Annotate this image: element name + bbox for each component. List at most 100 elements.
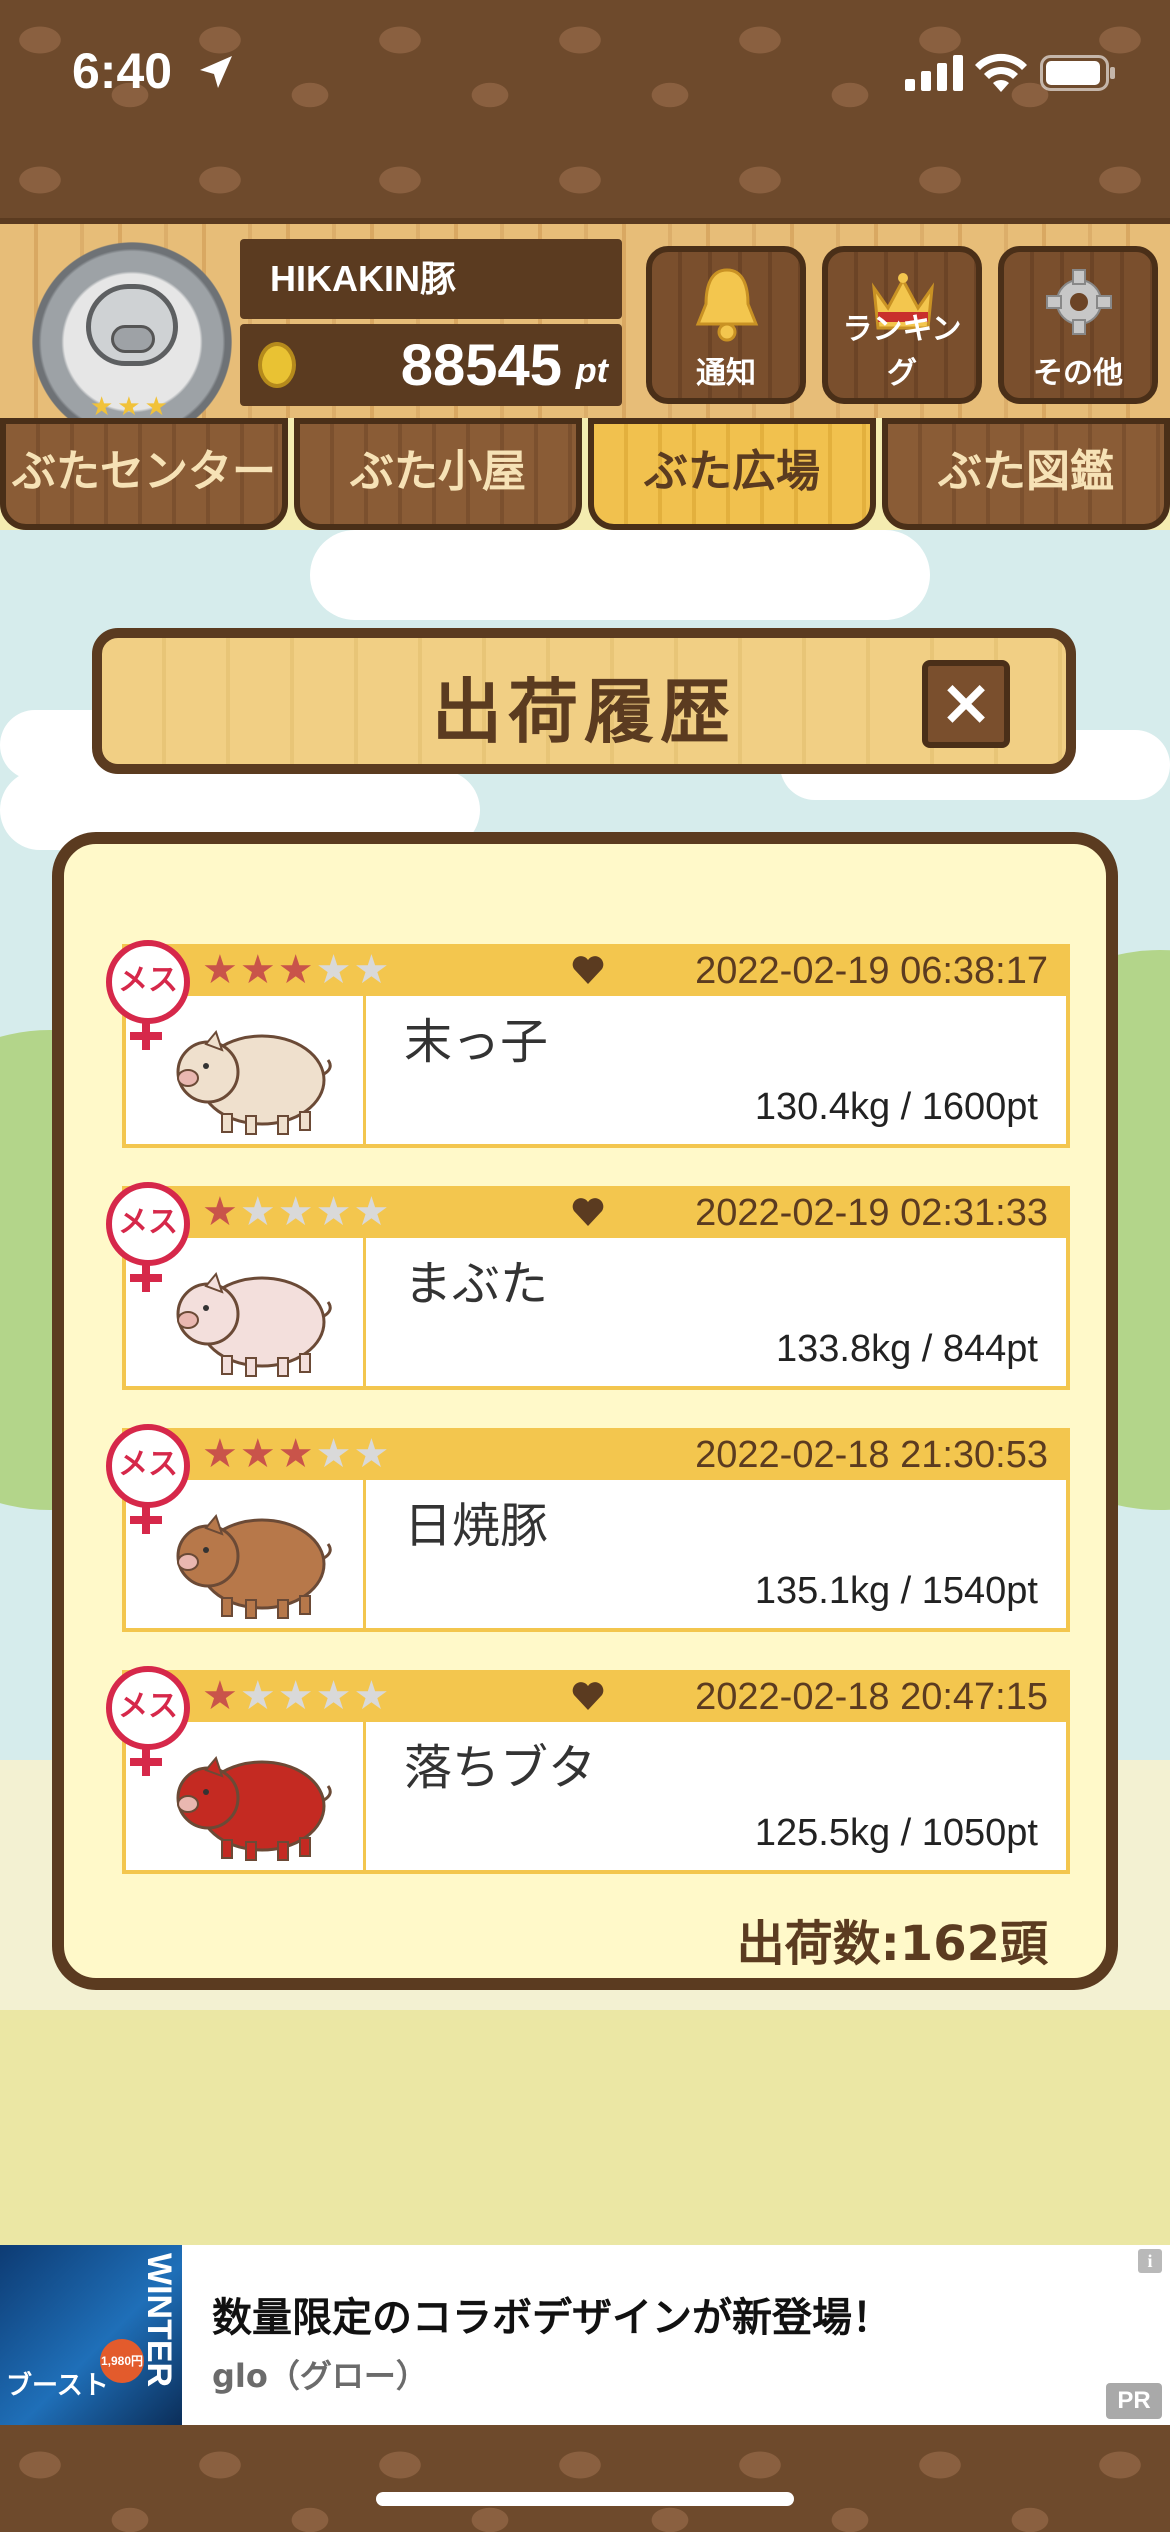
female-badge-icon: メス	[106, 1666, 190, 1750]
female-symbol-cross	[130, 1516, 162, 1524]
player-avatar[interactable]: ★★★	[32, 242, 232, 442]
star-icon: ★	[315, 1431, 354, 1477]
points-display: 88545 pt	[240, 324, 622, 406]
clock: 6:40	[72, 43, 173, 99]
coin-icon	[258, 342, 296, 388]
star-icon: ★	[277, 1189, 316, 1235]
pig-name: 末っ子	[404, 1014, 549, 1070]
star-icon: ★	[277, 947, 316, 993]
dialog-title-bar: 出荷履歴 ×	[92, 628, 1076, 774]
star-icon: ★	[315, 1189, 354, 1235]
pig-name: まぶた	[404, 1256, 549, 1312]
card-body: 日焼豚 135.1kg / 1540pt	[122, 1480, 1070, 1632]
pig-name: 落ちブタ	[404, 1740, 597, 1796]
female-badge-icon: メス	[106, 1424, 190, 1508]
ranking-label: ランキング	[842, 312, 962, 391]
star-icon: ★	[202, 1189, 240, 1235]
location-arrow-icon	[200, 56, 232, 88]
rarity-stars: ★★★★★	[202, 948, 391, 992]
status-bar: 6:40	[0, 0, 1170, 150]
shipment-card[interactable]: ★★★★★ 2022-02-19 02:31:33 まぶた 133.8kg / 844…	[106, 1182, 1070, 1390]
heart-icon	[572, 1198, 604, 1226]
card-body: 落ちブタ 125.5kg / 1050pt	[122, 1722, 1070, 1874]
shipment-total: 出荷数:162頭	[736, 1916, 1048, 1972]
female-symbol-cross	[130, 1758, 162, 1766]
close-button[interactable]: ×	[922, 660, 1010, 748]
star-icon: ★	[239, 1189, 278, 1235]
heart-icon	[572, 956, 604, 984]
card-header: ★★★★★ 2022-02-19 02:31:33	[122, 1186, 1070, 1238]
ground-background	[0, 2010, 1170, 2245]
username: HIKAKIN豚	[240, 239, 622, 319]
star-icon: ★	[353, 1673, 392, 1719]
notification-button[interactable]: 通知	[646, 246, 806, 404]
tab-buta-center[interactable]: ぶたセンター	[0, 418, 288, 530]
header-panel: ★★★ HIKAKIN豚 88545 pt 通知 ランキング その他	[0, 218, 1170, 442]
card-header: ★★★★★ 2022-02-18 20:47:15	[122, 1670, 1070, 1722]
card-body: 末っ子 130.4kg / 1600pt	[122, 996, 1070, 1148]
tab-buta-hiroba[interactable]: ぶた広場	[588, 418, 876, 530]
pig-icon	[176, 1271, 332, 1377]
ad-title[interactable]: 数量限定のコラボデザインが新登場！	[212, 2285, 892, 2343]
ad-sponsor: glo（グロー）	[212, 2357, 428, 2395]
pig-weight-points: 130.4kg / 1600pt	[754, 1086, 1038, 1128]
settings-button[interactable]: その他	[998, 246, 1158, 404]
pig-tan-icon	[176, 1513, 332, 1619]
star-icon: ★	[277, 1431, 316, 1477]
ad-banner[interactable]: WINTER 1,980円 ブースト 数量限定のコラボデザインが新登場！ glo…	[0, 2245, 1170, 2427]
cellular-signal-icon	[905, 55, 963, 91]
main-tabs: ぶたセンター ぶた小屋 ぶた広場 ぶた図鑑	[0, 418, 1170, 538]
home-indicator[interactable]	[376, 2492, 794, 2506]
ad-image[interactable]: WINTER 1,980円 ブースト	[0, 2245, 182, 2427]
shipment-date: 2022-02-18 20:47:15	[695, 1676, 1048, 1718]
pig-ninja-icon	[176, 1755, 332, 1861]
star-icon: ★	[202, 947, 240, 993]
pig-weight-points: 135.1kg / 1540pt	[754, 1570, 1038, 1612]
star-icon: ★	[202, 1673, 240, 1719]
female-symbol-cross	[130, 1032, 162, 1040]
ad-image-boost-text: ブースト	[6, 2371, 109, 2401]
star-icon: ★	[239, 1431, 278, 1477]
star-icon: ★	[353, 1189, 392, 1235]
female-symbol-cross	[130, 1274, 162, 1282]
shipment-date: 2022-02-18 21:30:53	[695, 1434, 1048, 1476]
notification-label: 通知	[696, 356, 756, 391]
tab-buta-goya[interactable]: ぶた小屋	[294, 418, 582, 530]
card-header: ★★★★★ 2022-02-19 06:38:17	[122, 944, 1070, 996]
rarity-stars: ★★★★★	[202, 1190, 391, 1234]
ranking-button[interactable]: ランキング	[822, 246, 982, 404]
pig-face-icon	[86, 284, 178, 366]
pig-sprout-icon	[176, 1029, 332, 1135]
card-body: まぶた 133.8kg / 844pt	[122, 1238, 1070, 1390]
star-icon: ★	[202, 1431, 240, 1477]
star-icon: ★	[315, 947, 354, 993]
rarity-stars: ★★★★★	[202, 1432, 391, 1476]
shipment-date: 2022-02-19 06:38:17	[695, 950, 1048, 992]
shipment-date: 2022-02-19 02:31:33	[695, 1192, 1048, 1234]
female-badge-icon: メス	[106, 1182, 190, 1266]
star-icon: ★	[239, 1673, 278, 1719]
card-header: ★★★★★ 2022-02-18 21:30:53	[122, 1428, 1070, 1480]
battery-icon	[1040, 55, 1115, 91]
pig-weight-points: 133.8kg / 844pt	[776, 1328, 1038, 1370]
rarity-stars: ★★★★★	[202, 1674, 391, 1718]
ad-info-icon[interactable]: i	[1138, 2249, 1162, 2273]
star-icon: ★	[315, 1673, 354, 1719]
star-icon: ★	[353, 947, 392, 993]
shipment-card[interactable]: ★★★★★ 2022-02-18 20:47:15 落ちブタ 125.5kg / 10…	[106, 1666, 1070, 1874]
pig-name: 日焼豚	[404, 1498, 549, 1554]
star-icon: ★	[277, 1673, 316, 1719]
female-badge-icon: メス	[106, 940, 190, 1024]
shipment-history-panel: ★★★★★ 2022-02-19 06:38:17 末っ子 130.4kg / 160…	[52, 832, 1118, 1990]
shipment-card[interactable]: ★★★★★ 2022-02-19 06:38:17 末っ子 130.4kg / 160…	[106, 940, 1070, 1148]
bell-icon	[695, 268, 759, 342]
shipment-card[interactable]: ★★★★★ 2022-02-18 21:30:53 日焼豚 135.1kg / 154…	[106, 1424, 1070, 1632]
pig-weight-points: 125.5kg / 1050pt	[754, 1812, 1038, 1854]
bottom-pattern-background	[0, 2425, 1170, 2532]
heart-icon	[572, 1682, 604, 1710]
ad-image-winter-text: WINTER	[140, 2253, 178, 2388]
points-unit: pt	[575, 352, 608, 390]
gear-icon	[1046, 269, 1112, 335]
settings-label: その他	[1033, 356, 1123, 391]
tab-buta-zukan[interactable]: ぶた図鑑	[882, 418, 1170, 530]
